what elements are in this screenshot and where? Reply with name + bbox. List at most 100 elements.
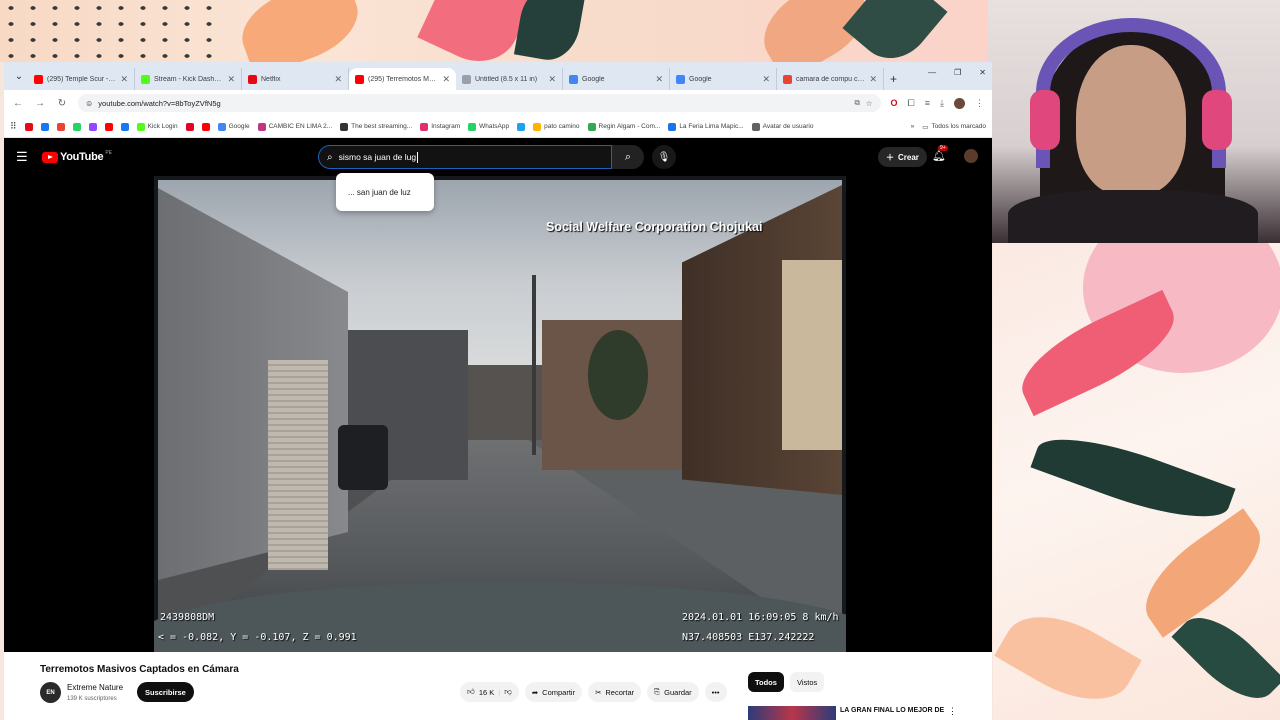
browser-tab[interactable]: Google ✕: [563, 68, 670, 90]
bookmark-favicon-icon: [185, 122, 194, 131]
opera-icon[interactable]: O: [891, 98, 898, 108]
bookmark-favicon-icon: [468, 122, 477, 131]
bookmark-item[interactable]: [24, 122, 33, 131]
address-bar[interactable]: ⊜ youtube.com/watch?v=8bToyZVfN5g ⧉ ☆: [78, 94, 881, 112]
tab-close-icon[interactable]: ✕: [120, 74, 128, 85]
tab-title: Stream - Kick Dashboard: [154, 75, 223, 83]
folder-icon: ▭: [922, 123, 929, 131]
bookmark-item[interactable]: La Feria Lima Mapic...: [668, 122, 744, 131]
user-avatar[interactable]: [964, 149, 978, 163]
bookmark-item[interactable]: [56, 122, 65, 131]
bookmark-item[interactable]: WhatsApp: [468, 122, 509, 131]
tab-close-icon[interactable]: ✕: [227, 74, 235, 85]
bookmark-item[interactable]: [88, 122, 97, 131]
channel-avatar[interactable]: EN: [40, 682, 61, 703]
video-overlay-code: 2439808DM: [160, 612, 215, 623]
downloads-icon[interactable]: ⤓: [940, 98, 944, 109]
apps-grid-icon[interactable]: ⠿: [10, 121, 17, 132]
voice-search-button[interactable]: 🎙︎: [652, 145, 676, 169]
share-button[interactable]: ➦ Compartir: [524, 682, 583, 702]
bookmark-item[interactable]: CAMBIC EN LIMA 2...: [257, 122, 333, 131]
browser-tab[interactable]: Untitled (8.5 x 11 in) ✕: [456, 68, 563, 90]
bookmark-item[interactable]: Google: [217, 122, 250, 131]
channel-subscribers: 139 K suscriptores: [67, 696, 117, 702]
bookmark-item[interactable]: Avatar de usuario: [751, 122, 813, 131]
bookmark-item[interactable]: [201, 122, 210, 131]
back-arrow-icon[interactable]: ←: [12, 98, 24, 109]
thumbs-down-icon[interactable]: 👎︎: [504, 687, 512, 697]
bookmark-item[interactable]: [72, 122, 81, 131]
video-player[interactable]: Social Welfare Corporation Chojukai 2439…: [154, 176, 846, 652]
search-button[interactable]: ⌕: [612, 145, 644, 169]
tab-favicon-icon: [462, 74, 471, 84]
recommended-thumbnail[interactable]: [748, 706, 836, 720]
bookmark-item[interactable]: Regin Algam - Com...: [587, 122, 661, 131]
bookmark-favicon-icon: [136, 122, 145, 131]
browser-tab[interactable]: (295) Terremotos Masivos ✕: [349, 68, 456, 90]
notification-badge: 9+: [938, 145, 948, 151]
tab-close-icon[interactable]: ✕: [869, 74, 877, 85]
all-bookmarks-folder[interactable]: ▭ Todos los marcado: [922, 123, 986, 131]
like-count[interactable]: 16 K: [479, 688, 494, 697]
minimize-icon[interactable]: —: [928, 68, 936, 77]
extensions-icon[interactable]: ⧠: [908, 98, 915, 109]
tab-close-icon[interactable]: ✕: [655, 74, 663, 85]
reload-icon[interactable]: ↻: [56, 98, 68, 109]
create-button[interactable]: ＋ Crear: [878, 147, 927, 167]
bookmark-star-icon[interactable]: ☆: [866, 99, 873, 108]
tab-search-chevron-icon[interactable]: ⌄: [10, 66, 28, 86]
tab-close-icon[interactable]: ✕: [334, 74, 342, 85]
browser-tab[interactable]: camara de compu con el ✕: [777, 68, 884, 90]
tab-title: camara de compu con el: [796, 75, 866, 83]
bookmark-label: CAMBIC EN LIMA 2...: [268, 123, 333, 130]
install-icon[interactable]: ⧉: [854, 98, 859, 108]
recommended-more-icon[interactable]: ⋮: [948, 706, 957, 717]
bookmark-favicon-icon: [72, 122, 81, 131]
save-button[interactable]: ⎘ Guardar: [647, 682, 699, 702]
notifications-button[interactable]: 🔔︎ 9+: [932, 145, 948, 162]
chip-vistos[interactable]: Vistos: [789, 672, 825, 692]
channel-name[interactable]: Extreme Nature: [67, 683, 123, 692]
browser-tab[interactable]: (295) Temple Scur - Verte ✕: [28, 68, 135, 90]
bookmark-item[interactable]: The best streaming...: [340, 122, 412, 131]
bookmark-item[interactable]: [185, 122, 194, 131]
hamburger-menu-icon[interactable]: ☰: [16, 149, 36, 165]
close-window-icon[interactable]: ✕: [979, 68, 986, 77]
bookmark-item[interactable]: [104, 122, 113, 131]
bookmark-label: Regin Algam - Com...: [598, 123, 661, 130]
thumbs-up-icon[interactable]: 👍︎: [467, 687, 475, 697]
tab-close-icon[interactable]: ✕: [548, 74, 556, 85]
tab-close-icon[interactable]: ✕: [762, 74, 770, 85]
browser-tab[interactable]: Google ✕: [670, 68, 777, 90]
bookmark-item[interactable]: Instagram: [420, 122, 460, 131]
search-suggestion[interactable]: ... san juan de luz: [336, 173, 434, 211]
bookmark-favicon-icon: [217, 122, 226, 131]
profile-avatar[interactable]: [954, 97, 965, 109]
search-icon: ⌕: [624, 150, 632, 163]
bookmark-item[interactable]: [40, 122, 49, 131]
restore-icon[interactable]: ❐: [954, 68, 961, 77]
browser-tab[interactable]: Netflix ✕: [242, 68, 349, 90]
leaf-shape: [994, 595, 1142, 720]
clip-button[interactable]: ✂ Recortar: [588, 682, 642, 702]
tab-favicon-icon: [34, 74, 43, 84]
media-icon[interactable]: ≡: [925, 98, 930, 108]
bookmark-favicon-icon: [104, 122, 113, 131]
recommended-title[interactable]: LA GRAN FINAL LO MEJOR DE: [840, 707, 944, 714]
more-menu-icon[interactable]: ⋮: [975, 98, 984, 109]
site-info-icon[interactable]: ⊜: [86, 99, 92, 108]
browser-tab[interactable]: Stream - Kick Dashboard ✕: [135, 68, 242, 90]
bookmark-item[interactable]: [120, 122, 129, 131]
bookmark-item[interactable]: [517, 122, 526, 131]
bookmark-item[interactable]: Kick Login: [136, 122, 178, 131]
bookmark-item[interactable]: pato camino: [533, 122, 580, 131]
subscribe-button[interactable]: Suscribirse: [137, 682, 194, 702]
more-bookmarks-icon[interactable]: »: [911, 123, 915, 130]
more-actions-button[interactable]: •••: [704, 682, 727, 702]
search-input[interactable]: ⌕ sismo sa juan de lug: [318, 145, 612, 169]
new-tab-button[interactable]: +: [890, 72, 897, 86]
forward-arrow-icon[interactable]: →: [34, 98, 46, 109]
tab-close-icon[interactable]: ✕: [442, 74, 450, 85]
youtube-logo[interactable]: YouTube PE: [42, 150, 112, 163]
chip-todos[interactable]: Todos: [748, 672, 784, 692]
